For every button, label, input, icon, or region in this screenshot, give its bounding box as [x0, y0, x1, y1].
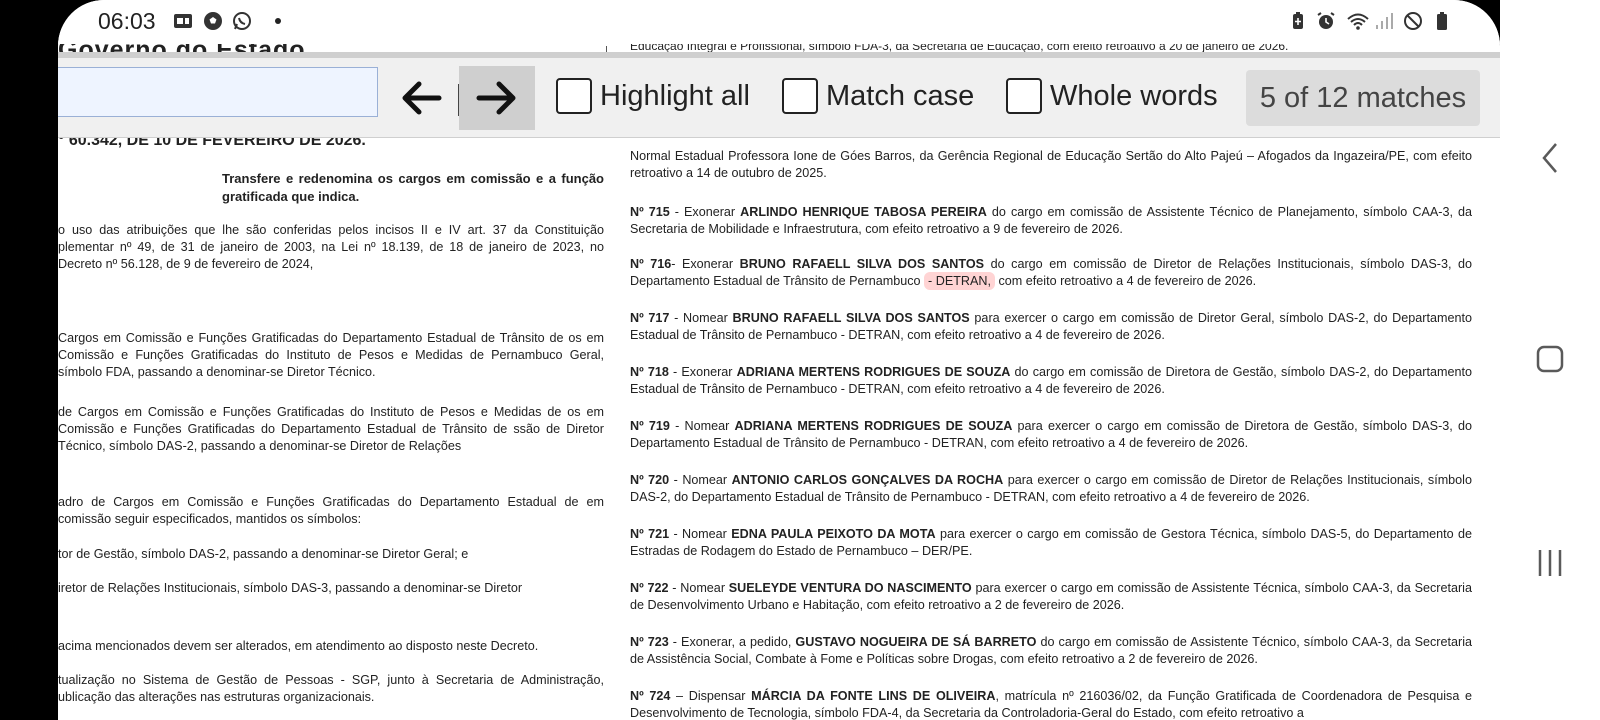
status-time: 06:03: [98, 8, 156, 34]
find-in-page-bar: Highlight all Match case Whole words 5 o…: [58, 52, 1500, 138]
recents-button[interactable]: [1500, 548, 1600, 578]
signal-icon: [1376, 13, 1393, 29]
act-716: Nº 716- Exonerar BRUNO RAFAELL SILVA DOS…: [630, 257, 1472, 290]
act-717: Nº 717 - Nomear BRUNO RAFAELL SILVA DOS …: [630, 311, 1472, 342]
pdf-document[interactable]: Governo do Estado Educação Integral e Pr…: [58, 36, 1500, 720]
whole-words-label: Whole words: [1050, 79, 1218, 112]
act-paragraph: Normal Estadual Professora Ione de Góes …: [630, 149, 1472, 180]
arrow-right-icon: [476, 81, 516, 115]
left-paragraph: de Cargos em Comissão e Funções Gratific…: [58, 405, 604, 453]
left-paragraph: o uso das atribuições que lhe são confer…: [58, 223, 604, 271]
system-nav-bar: [1500, 0, 1600, 720]
act-722: Nº 722 - Nomear SUELEYDE VENTURA DO NASC…: [630, 581, 1472, 612]
battery-saver-icon: [1293, 12, 1303, 29]
previous-match-button[interactable]: [383, 66, 459, 130]
home-button[interactable]: [1500, 344, 1600, 374]
left-paragraph: adro de Cargos em Comissão e Funções Gra…: [58, 495, 604, 526]
left-paragraph: acima mencionados devem ser alterados, e…: [58, 639, 539, 653]
act-718: Nº 718 - Exonerar ADRIANA MERTENS RODRIG…: [630, 365, 1472, 396]
act-719: Nº 719 - Nomear ADRIANA MERTENS RODRIGUE…: [630, 419, 1472, 450]
act-715: Nº 715 - Exonerar ARLINDO HENRIQUE TABOS…: [630, 205, 1472, 236]
whole-words-checkbox[interactable]: Whole words: [1006, 78, 1218, 114]
back-chevron-icon: [1542, 143, 1557, 173]
whatsapp-icon: [233, 12, 251, 30]
checkbox-box: [1006, 78, 1042, 114]
match-count: 5 of 12 matches: [1246, 70, 1480, 126]
left-paragraph: iretor de Relações Institucionais, símbo…: [58, 581, 523, 595]
find-input[interactable]: [58, 67, 378, 117]
back-button[interactable]: [1500, 140, 1600, 176]
left-paragraph: tualização no Sistema de Gestão de Pesso…: [58, 673, 604, 704]
sim-card-icon: [174, 14, 192, 28]
phone-screen: 06:03 Governo do Estado Educação Integra…: [58, 0, 1500, 720]
battery-icon: [1437, 12, 1447, 30]
status-bar: 06:03: [58, 0, 1500, 44]
wifi-icon: [1347, 13, 1369, 30]
act-721: Nº 721 - Nomear EDNA PAULA PEIXOTO DA MO…: [630, 527, 1472, 558]
match-case-label: Match case: [826, 79, 975, 112]
act-723: Nº 723 - Exonerar, a pedido, GUSTAVO NOG…: [630, 635, 1472, 666]
left-paragraph: Cargos em Comissão e Funções Gratificada…: [58, 331, 604, 379]
do-not-disturb-icon: [1404, 12, 1422, 30]
match-case-checkbox[interactable]: Match case: [782, 78, 974, 114]
next-match-button[interactable]: [459, 66, 535, 130]
home-icon: [1536, 345, 1564, 373]
decree-summary: Transfere e redenomina os cargos em comi…: [222, 171, 604, 204]
act-724: Nº 724 – Dispensar MÁRCIA DA FONTE LINS …: [630, 689, 1473, 720]
checkbox-box: [782, 78, 818, 114]
alarm-icon: [1317, 12, 1335, 29]
arrow-left-icon: [402, 81, 442, 115]
left-paragraph: tor de Gestão, símbolo DAS-2, passando a…: [58, 547, 469, 561]
recents-icon: [1538, 550, 1562, 576]
football-icon: [204, 12, 222, 30]
search-match-highlight: - DETRAN,: [924, 272, 995, 290]
notification-dot: [275, 18, 281, 24]
highlight-all-checkbox[interactable]: Highlight all: [556, 78, 750, 114]
checkbox-box: [556, 78, 592, 114]
act-720: Nº 720 - Nomear ANTONIO CARLOS GONÇALVES…: [630, 473, 1472, 504]
highlight-all-label: Highlight all: [600, 79, 750, 112]
